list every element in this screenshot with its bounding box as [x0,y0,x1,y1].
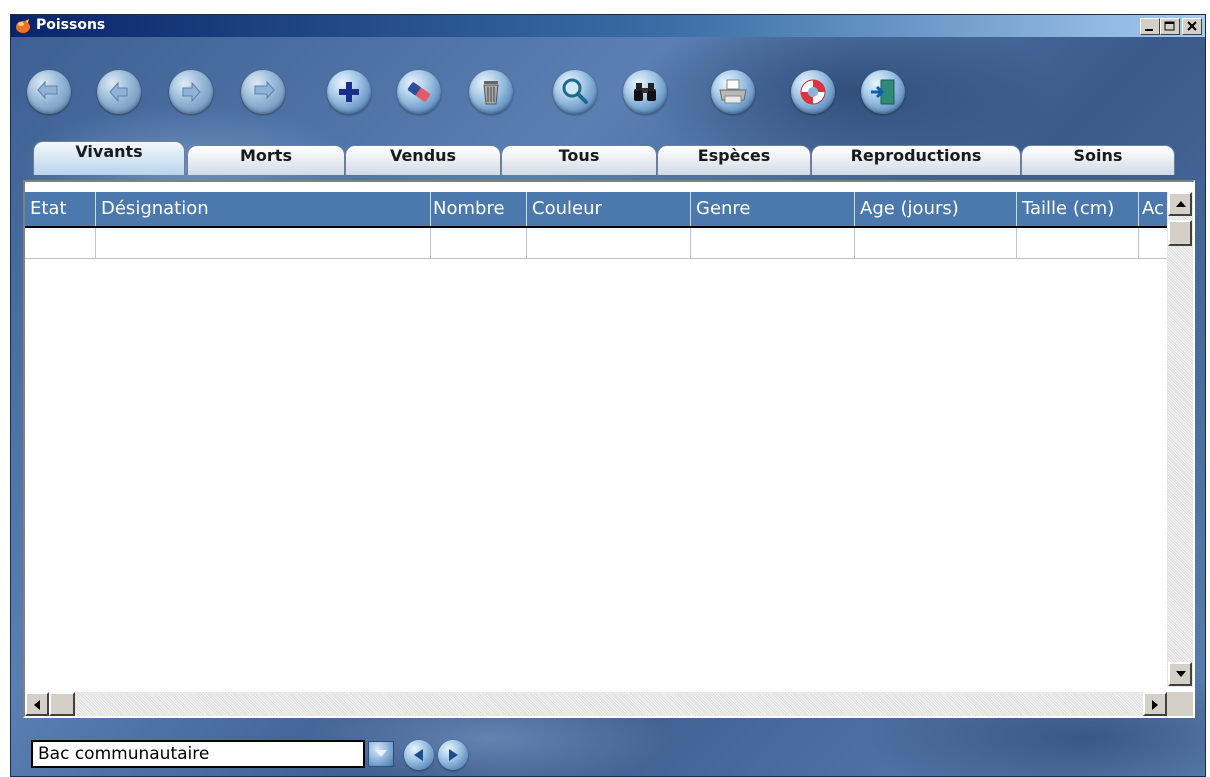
last-record-button[interactable] [241,70,285,114]
close-icon [1187,21,1197,31]
arrow-down-icon [1176,671,1186,677]
tank-select[interactable]: Bac communautaire [31,740,365,768]
maximize-button[interactable] [1160,18,1180,35]
table-row[interactable] [25,228,1170,259]
horizontal-scroll-thumb[interactable] [49,692,75,716]
cell-age[interactable] [855,228,1017,258]
eraser-button[interactable] [397,70,441,114]
tab-reproductions[interactable]: Reproductions [811,145,1021,175]
previous-record-button[interactable] [97,70,141,114]
column-header-etat[interactable]: Etat [25,192,96,226]
scroll-down-button[interactable] [1168,662,1192,686]
vertical-scrollbar[interactable] [1167,192,1193,687]
first-record-button[interactable] [27,70,71,114]
previous-tank-button[interactable] [404,740,434,770]
tab-vivants[interactable]: Vivants [33,141,185,175]
minimize-button[interactable] [1140,18,1160,35]
fish-grid-panel: Etat Désignation Nombre Couleur Genre Ag… [23,180,1195,718]
cell-ac[interactable] [1139,228,1170,258]
tab-especes[interactable]: Espèces [657,145,811,175]
printer-icon [719,79,747,104]
search-icon [562,78,588,104]
horizontal-scrollbar[interactable] [25,692,1170,716]
scroll-right-button[interactable] [1143,692,1167,716]
arrow-up-icon [1176,201,1186,207]
tank-dropdown-button[interactable] [368,741,394,767]
add-icon [339,82,359,102]
tab-vendus[interactable]: Vendus [345,145,501,175]
triangle-right-icon [449,749,458,761]
first-record-icon [37,80,58,100]
column-header-taille[interactable]: Taille (cm) [1017,192,1139,226]
exit-door-icon [871,79,895,105]
minimize-icon [1145,29,1153,31]
binoculars-button[interactable] [623,70,667,114]
print-button[interactable] [711,70,755,114]
cell-designation[interactable] [96,228,431,258]
lifebuoy-icon [800,79,826,105]
cell-etat[interactable] [25,228,96,258]
tab-soins[interactable]: Soins [1021,145,1175,175]
arrow-left-icon [34,700,40,710]
column-header-age[interactable]: Age (jours) [855,192,1017,226]
previous-record-icon [109,81,128,103]
column-header-designation[interactable]: Désignation [96,192,431,226]
cell-nombre[interactable] [431,228,527,258]
column-header-genre[interactable]: Genre [691,192,855,226]
scroll-up-button[interactable] [1168,192,1192,216]
title-bar[interactable]: Poissons [11,15,1205,37]
window-title: Poissons [36,17,106,33]
help-button[interactable] [791,70,835,114]
close-button[interactable] [1182,18,1202,35]
add-button[interactable] [327,70,371,114]
column-header-ac[interactable]: Ac [1139,192,1170,226]
poissons-window: Poissons Vivants Morts Vendus Tous Espèc… [10,14,1206,777]
scrollbar-corner [1167,692,1193,716]
tab-morts[interactable]: Morts [187,145,345,175]
triangle-left-icon [414,749,423,761]
column-header-nombre[interactable]: Nombre [431,192,527,226]
column-header-couleur[interactable]: Couleur [527,192,691,226]
cell-couleur[interactable] [527,228,691,258]
cell-taille[interactable] [1017,228,1139,258]
maximize-icon [1164,21,1175,31]
eraser-icon [407,82,431,102]
search-button[interactable] [553,70,597,114]
trash-button[interactable] [469,70,513,114]
tab-tous[interactable]: Tous [501,145,657,175]
next-record-button[interactable] [169,70,213,114]
next-tank-button[interactable] [438,740,468,770]
arrow-right-icon [1152,700,1158,710]
cell-genre[interactable] [691,228,855,258]
last-record-icon [254,80,275,100]
exit-button[interactable] [861,70,905,114]
scroll-left-button[interactable] [25,692,49,716]
chevron-down-icon [375,750,387,757]
binoculars-icon [634,83,656,101]
fish-app-icon [16,19,30,33]
trash-icon [483,81,499,105]
next-record-icon [182,81,201,103]
grid-header: Etat Désignation Nombre Couleur Genre Ag… [25,192,1170,226]
vertical-scroll-thumb[interactable] [1168,220,1192,246]
